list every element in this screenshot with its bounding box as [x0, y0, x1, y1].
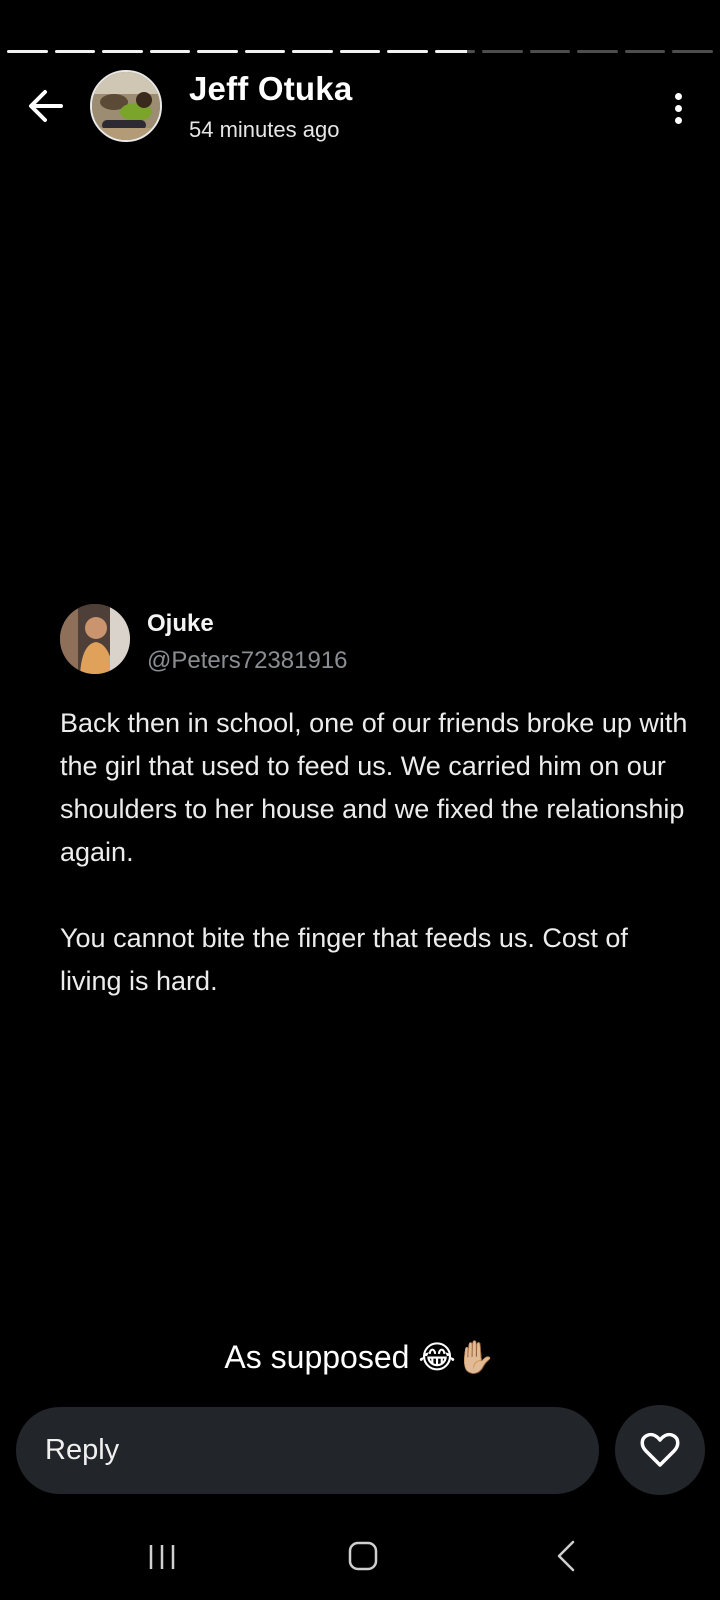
progress-segment: [102, 50, 143, 53]
reply-placeholder: Reply: [45, 1434, 120, 1466]
progress-segment: [54, 50, 96, 53]
back-chevron-icon: [557, 1540, 575, 1572]
progress-segment: [7, 50, 48, 53]
progress-segment: [149, 50, 191, 53]
progress-segment: [244, 50, 286, 53]
recent-apps-icon: [149, 1545, 175, 1569]
progress-segment: [624, 50, 666, 53]
home-icon: [348, 1541, 378, 1571]
author-name[interactable]: Jeff Otuka: [189, 70, 352, 108]
progress-segment: [577, 50, 618, 53]
story-progress-bar: [7, 50, 713, 54]
progress-segment: [197, 50, 238, 53]
vertical-ellipsis-icon: [674, 92, 682, 100]
author-avatar[interactable]: [90, 70, 162, 142]
progress-segment: [387, 50, 428, 53]
tweet-body: Back then in school, one of our friends …: [60, 702, 690, 1003]
tweet-paragraph: Back then in school, one of our friends …: [60, 708, 688, 867]
progress-segment: [292, 50, 333, 53]
avatar-photo: [92, 72, 160, 140]
tweet-paragraph: You cannot bite the finger that feeds us…: [60, 923, 628, 996]
tweet-avatar: [60, 604, 130, 674]
home-button[interactable]: [348, 1541, 378, 1571]
system-back-button[interactable]: [556, 1540, 576, 1572]
progress-segment: [482, 50, 523, 53]
tweet-handle: @Peters72381916: [147, 647, 348, 674]
heart-icon: [640, 1432, 680, 1467]
like-button[interactable]: [615, 1405, 705, 1495]
progress-segment: [529, 50, 571, 53]
more-options-button[interactable]: [658, 86, 698, 130]
back-button[interactable]: [24, 84, 68, 128]
arrow-left-icon: [29, 90, 63, 122]
post-timestamp: 54 minutes ago: [189, 117, 340, 142]
story-caption: As supposed 😂✋🏼: [224, 1339, 496, 1375]
progress-segment: [672, 50, 713, 53]
reply-input[interactable]: Reply: [16, 1407, 599, 1494]
tweet-avatar-photo: [60, 604, 130, 674]
progress-segment-current: [434, 50, 476, 53]
recent-apps-button[interactable]: [148, 1542, 178, 1572]
progress-segment: [339, 50, 381, 53]
tweet-display-name: Ojuke: [147, 610, 214, 637]
